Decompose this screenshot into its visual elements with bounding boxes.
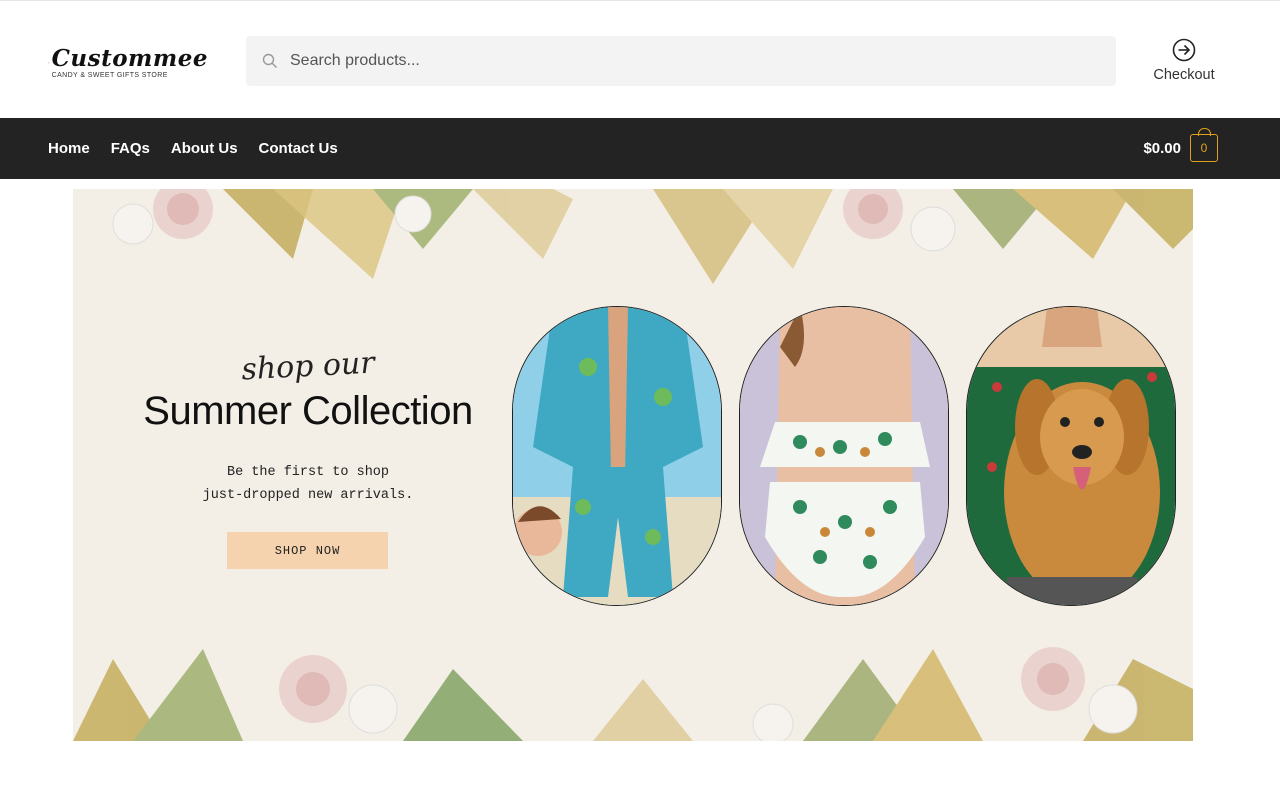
site-logo[interactable]: Custommee CANDY & SWEET GIFTS STORE <box>48 41 208 85</box>
dog-christmas-shirt-image <box>967 307 1175 605</box>
logo-wordmark: Custommee <box>51 45 208 72</box>
search-bar <box>246 36 1116 86</box>
search-input[interactable] <box>290 36 1090 86</box>
checkout-label: Checkout <box>1153 67 1215 83</box>
product-image-dog-shirt[interactable] <box>966 306 1176 606</box>
nav-item-faqs[interactable]: FAQs <box>111 140 150 157</box>
cart-count-badge: 0 <box>1190 128 1218 162</box>
subtitle-line-1: Be the first to shop <box>226 465 390 480</box>
hero-banner: shop our Summer Collection Be the first … <box>73 189 1193 741</box>
product-image-hawaiian-set[interactable] <box>512 306 722 606</box>
main-navigation: Home FAQs About Us Contact Us $0.00 0 <box>0 118 1280 179</box>
search-icon <box>262 53 277 68</box>
logo-tagline: CANDY & SWEET GIFTS STORE <box>51 72 168 79</box>
nav-item-home[interactable]: Home <box>48 140 90 157</box>
heart-logo-icon <box>48 62 50 64</box>
checkout-link[interactable]: Checkout <box>1142 38 1226 90</box>
cart-total: $0.00 <box>1143 139 1181 157</box>
hawaiian-shirt-shorts-image <box>513 307 721 605</box>
nav-item-contact-us[interactable]: Contact Us <box>259 140 338 157</box>
nav-item-about-us[interactable]: About Us <box>171 140 238 157</box>
arrow-right-circle-icon <box>1172 38 1196 62</box>
site-header: Custommee CANDY & SWEET GIFTS STORE Chec… <box>0 1 1280 118</box>
shop-now-button[interactable]: SHOP NOW <box>227 532 388 569</box>
product-image-bikini[interactable] <box>739 306 949 606</box>
banner-title: Summer Collection <box>143 389 473 433</box>
subtitle-line-2: just-dropped new arrivals. <box>202 488 414 503</box>
bikini-swimsuit-image <box>740 307 948 605</box>
banner-subtitle: Be the first to shop just-dropped new ar… <box>73 461 543 507</box>
cart-button[interactable]: $0.00 0 <box>1143 128 1218 163</box>
